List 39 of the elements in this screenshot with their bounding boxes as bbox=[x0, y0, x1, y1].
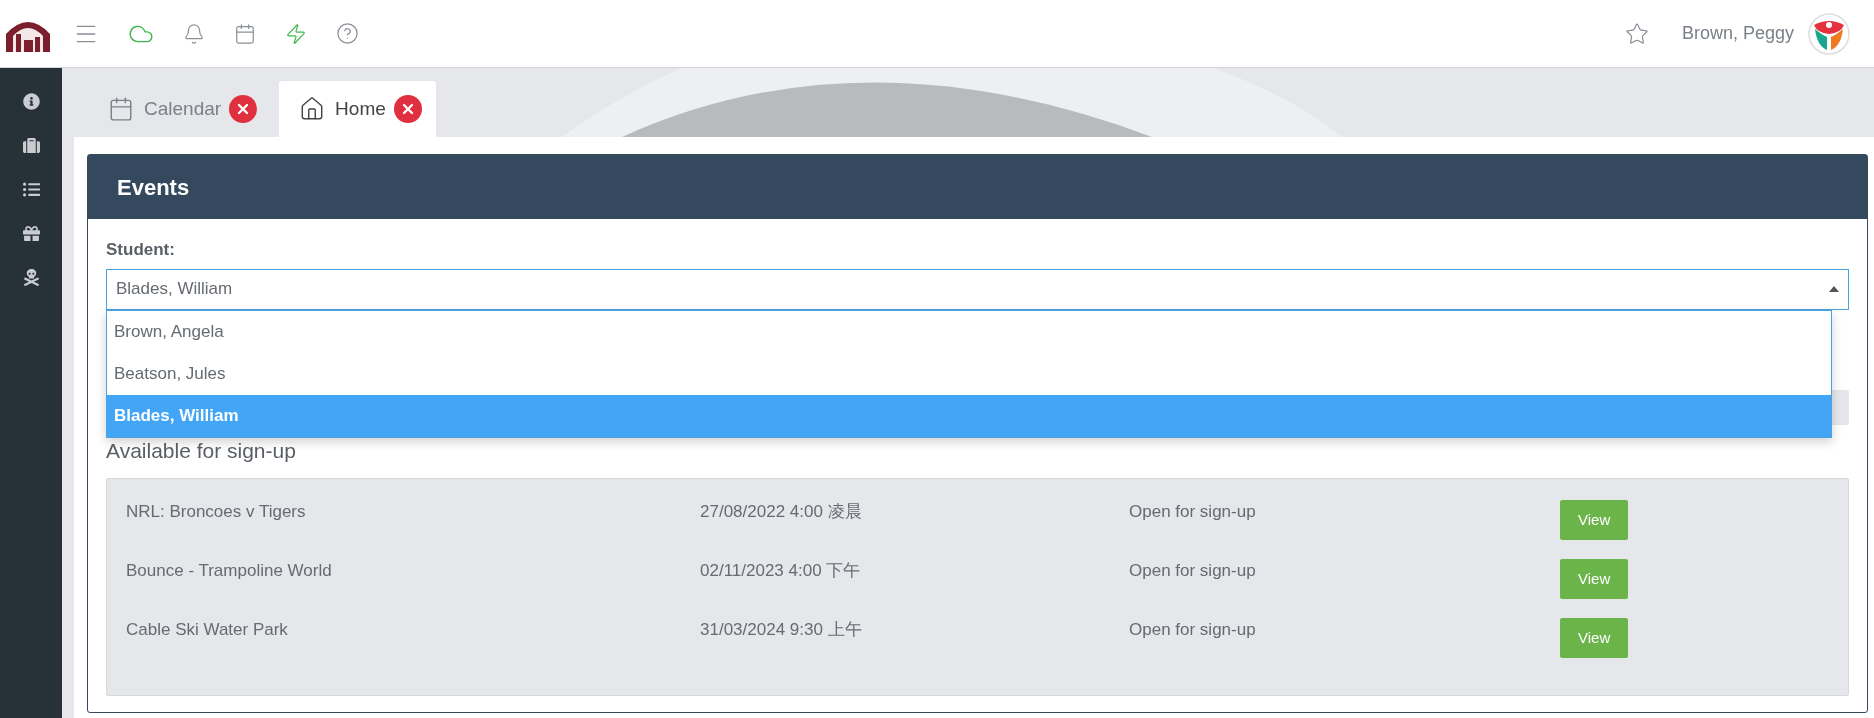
event-date: 27/08/2022 4:00 凌晨 bbox=[700, 501, 863, 523]
card-title: Events bbox=[117, 173, 190, 202]
briefcase-icon[interactable] bbox=[22, 137, 40, 154]
tab[interactable]: Calendar bbox=[88, 81, 272, 137]
gift-icon[interactable] bbox=[22, 225, 40, 242]
star-icon[interactable] bbox=[1624, 21, 1649, 46]
field-label: Student: bbox=[106, 239, 176, 261]
info-icon[interactable] bbox=[22, 93, 40, 110]
tab[interactable]: Home bbox=[279, 81, 436, 137]
tab-label[interactable]: Calendar bbox=[144, 94, 222, 124]
calendar-icon bbox=[108, 96, 134, 122]
help-icon[interactable] bbox=[336, 22, 359, 45]
student-select[interactable]: Blades, William bbox=[106, 268, 1849, 310]
section-title: Available for sign-up bbox=[106, 437, 297, 464]
view-button[interactable]: View bbox=[1560, 618, 1629, 658]
dropdown-option[interactable]: Brown, Angela bbox=[107, 310, 1831, 353]
event-status: Open for sign-up bbox=[1129, 501, 1257, 523]
view-button[interactable]: View bbox=[1560, 559, 1629, 599]
dropdown-option[interactable]: Blades, William bbox=[107, 394, 1831, 437]
user-name[interactable]: Brown, Peggy bbox=[1681, 20, 1794, 47]
calendar-icon[interactable] bbox=[234, 22, 256, 45]
event-status: Open for sign-up bbox=[1129, 560, 1257, 582]
dropdown-option[interactable]: Beatson, Jules bbox=[107, 352, 1831, 395]
event-name: Bounce - Trampoline World bbox=[126, 560, 333, 582]
tab-label[interactable]: Home bbox=[335, 94, 386, 124]
event-date: 31/03/2024 9:30 上午 bbox=[700, 619, 863, 641]
event-date: 02/11/2023 4:00 下午 bbox=[700, 560, 862, 582]
list-icon[interactable] bbox=[22, 181, 40, 198]
close-button[interactable] bbox=[393, 95, 422, 123]
view-button[interactable]: View bbox=[1560, 500, 1629, 540]
lightning-icon[interactable] bbox=[285, 22, 307, 45]
caret-icon bbox=[1829, 286, 1839, 292]
avatar[interactable] bbox=[1808, 12, 1850, 55]
bell-icon[interactable] bbox=[183, 22, 205, 45]
select-value: Blades, William bbox=[116, 278, 233, 301]
skull-icon[interactable] bbox=[22, 269, 40, 286]
event-name: NRL: Broncoes v Tigers bbox=[126, 501, 307, 523]
event-name: Cable Ski Water Park bbox=[126, 619, 289, 641]
event-status: Open for sign-up bbox=[1129, 619, 1257, 641]
